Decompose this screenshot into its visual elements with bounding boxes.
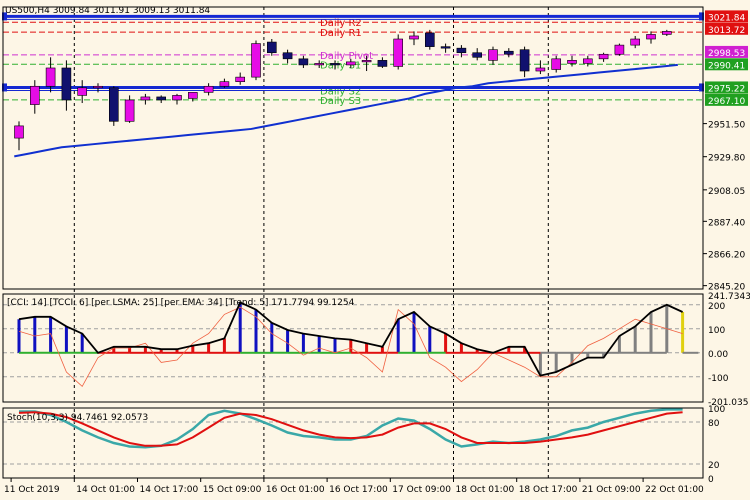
candle-body-32	[519, 49, 530, 72]
candle-body-18	[298, 58, 309, 66]
candle-body-35	[567, 60, 577, 64]
candle-body-8	[140, 96, 151, 101]
time-tick-9: 21 Oct 09:00	[582, 485, 641, 495]
candle-body-7	[124, 99, 135, 122]
cci-panel	[3, 301, 703, 388]
cci-tick-3: 0.00	[708, 350, 728, 360]
candle-body-13	[219, 81, 230, 87]
candle-body-26	[424, 32, 435, 47]
candle-body-40	[646, 34, 656, 40]
candle-body-0	[14, 125, 24, 139]
candle-body-6	[109, 87, 119, 122]
symbol-header: US500,H4 3009.84 3011.91 3009.13 3011.84	[5, 6, 210, 16]
price-label-1: 3013.72	[708, 26, 745, 36]
candle-body-24	[393, 38, 404, 67]
grid-layer	[73, 7, 549, 478]
candle-body-27	[440, 46, 451, 49]
level-label-1: Daily R1	[320, 28, 362, 39]
time-tick-2: 14 Oct 17:00	[140, 485, 199, 495]
time-tick-5: 16 Oct 17:00	[329, 485, 388, 495]
stoch-header: Stoch(10,3,3) 94.7461 92.0573	[7, 413, 148, 423]
candle-body-16	[266, 41, 277, 54]
candle-body-11	[188, 92, 198, 99]
candle-body-29	[472, 52, 483, 58]
candle-body-34	[551, 58, 562, 70]
candle-body-5	[93, 85, 103, 89]
candle-body-31	[503, 50, 514, 55]
candle-body-9	[156, 96, 166, 101]
time-tick-1: 14 Oct 01:00	[76, 485, 135, 495]
candle-body-36	[582, 58, 593, 64]
price-tick-1: 2929.80	[708, 154, 745, 164]
price-label-0: 3021.84	[708, 13, 745, 23]
cci-tick-4: -100	[708, 374, 729, 384]
price-tick-0: 2951.50	[708, 121, 745, 131]
time-tick-6: 17 Oct 09:00	[392, 485, 451, 495]
time-tick-4: 16 Oct 01:00	[266, 485, 325, 495]
candle-body-38	[614, 44, 625, 55]
candle-body-3	[61, 67, 72, 101]
tcci-line	[18, 301, 683, 377]
price-tick-4: 2866.20	[708, 251, 745, 261]
candle-body-20	[330, 63, 340, 66]
candle-body-21	[345, 61, 356, 66]
stoch-tick-3: 0	[708, 475, 714, 485]
candle-body-12	[203, 85, 214, 93]
candle-body-33	[535, 67, 546, 72]
candle-body-19	[314, 63, 325, 66]
price-panel: Daily R2Daily R1Daily PivotDaily S1Daily…	[2, 12, 704, 158]
price-label-5: 2967.10	[708, 97, 745, 107]
time-tick-0: 11 Oct 2019	[4, 485, 60, 495]
frame-layer	[2, 6, 704, 479]
candle-body-17	[282, 52, 293, 60]
candle-body-39	[630, 38, 641, 46]
cci-header: [CCI: 14] [TCCI: 6] [per LSMA: 25] [per …	[7, 298, 355, 308]
cci-tick-2: 100	[708, 326, 725, 336]
candle-body-22	[361, 60, 372, 63]
candle-body-23	[377, 60, 388, 67]
level-label-5: Daily S3	[320, 96, 361, 107]
stoch-tick-1: 80	[708, 419, 720, 429]
price-tick-3: 2887.40	[708, 218, 745, 228]
cci-panel-frame	[2, 293, 704, 403]
chart-svg: Daily R2Daily R1Daily PivotDaily S1Daily…	[2, 6, 750, 495]
price-label-4: 2975.22	[708, 84, 745, 94]
time-tick-7: 18 Oct 01:00	[456, 485, 515, 495]
candle-body-41	[661, 31, 672, 35]
price-label-3: 2990.41	[708, 61, 745, 71]
candle-body-25	[409, 35, 419, 40]
candle-body-10	[172, 95, 182, 101]
time-tick-10: 22 Oct 01:00	[645, 485, 704, 495]
price-tick-2: 2908.05	[708, 187, 745, 197]
candle-body-28	[456, 47, 467, 54]
cci-tick-0: 241.7343	[708, 292, 750, 302]
candle-body-15	[251, 43, 261, 78]
candle-body-14	[235, 76, 245, 82]
cci-tick-1: 200	[708, 302, 725, 312]
stoch-tick-0: 100	[708, 405, 725, 415]
stoch-tick-2: 20	[708, 461, 720, 471]
candle-body-4	[77, 87, 87, 96]
price-label-2: 2998.53	[708, 49, 745, 59]
time-tick-3: 15 Oct 09:00	[203, 485, 262, 495]
time-tick-8: 18 Oct 17:00	[519, 485, 578, 495]
candle-body-30	[488, 49, 498, 61]
price-panel-frame	[2, 6, 704, 290]
candle-body-37	[598, 53, 609, 60]
candle-body-2	[45, 67, 56, 87]
candle-body-1	[29, 85, 40, 105]
